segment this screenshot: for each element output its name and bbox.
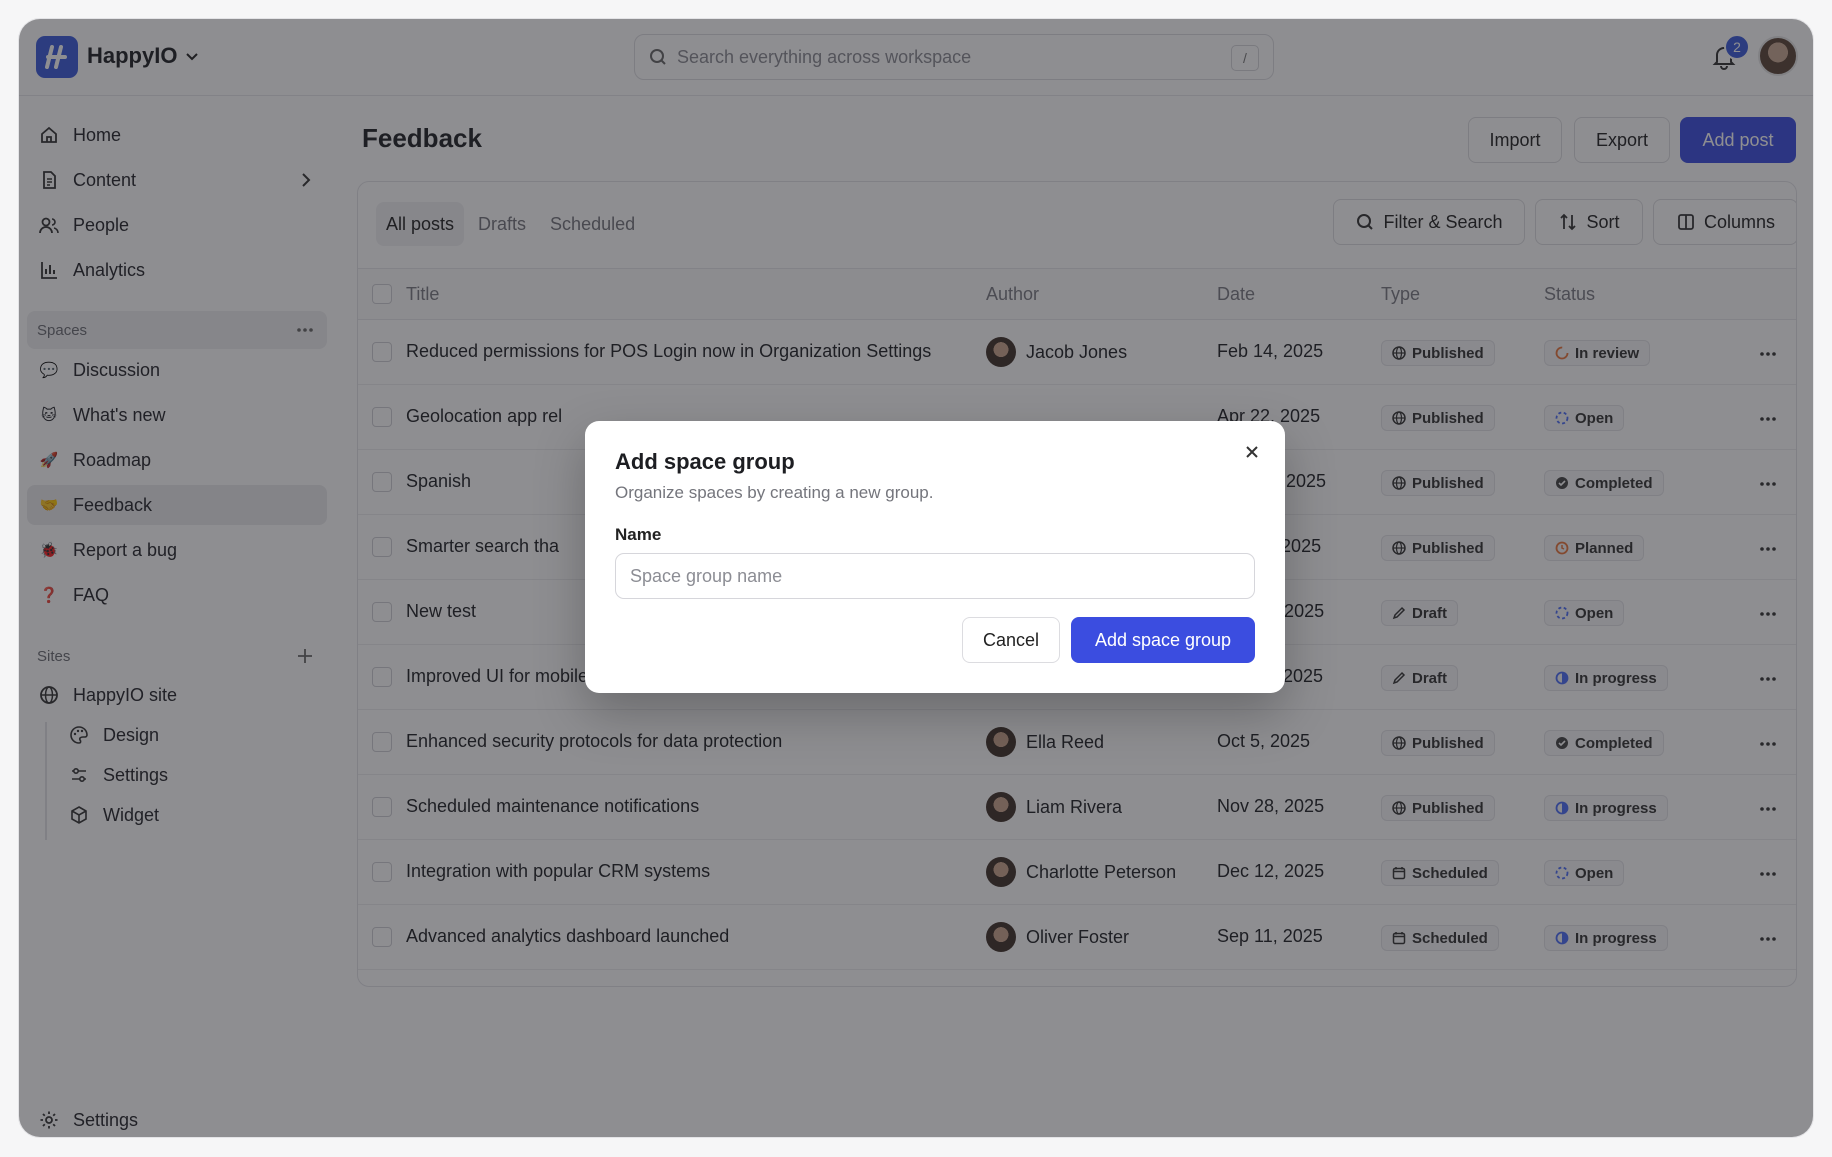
dialog-subtitle: Organize spaces by creating a new group.: [615, 483, 934, 502]
space-group-name-input[interactable]: [615, 553, 1255, 599]
add-space-group-dialog: Add space group Organize spaces by creat…: [585, 421, 1285, 693]
close-icon[interactable]: [1241, 441, 1263, 463]
cancel-button[interactable]: Cancel: [962, 617, 1060, 663]
add-space-group-button[interactable]: Add space group: [1071, 617, 1255, 663]
app-window: HappyIO Search everything across workspa…: [18, 18, 1814, 1138]
dialog-title: Add space group: [615, 449, 795, 474]
name-field-label: Name: [615, 525, 662, 544]
